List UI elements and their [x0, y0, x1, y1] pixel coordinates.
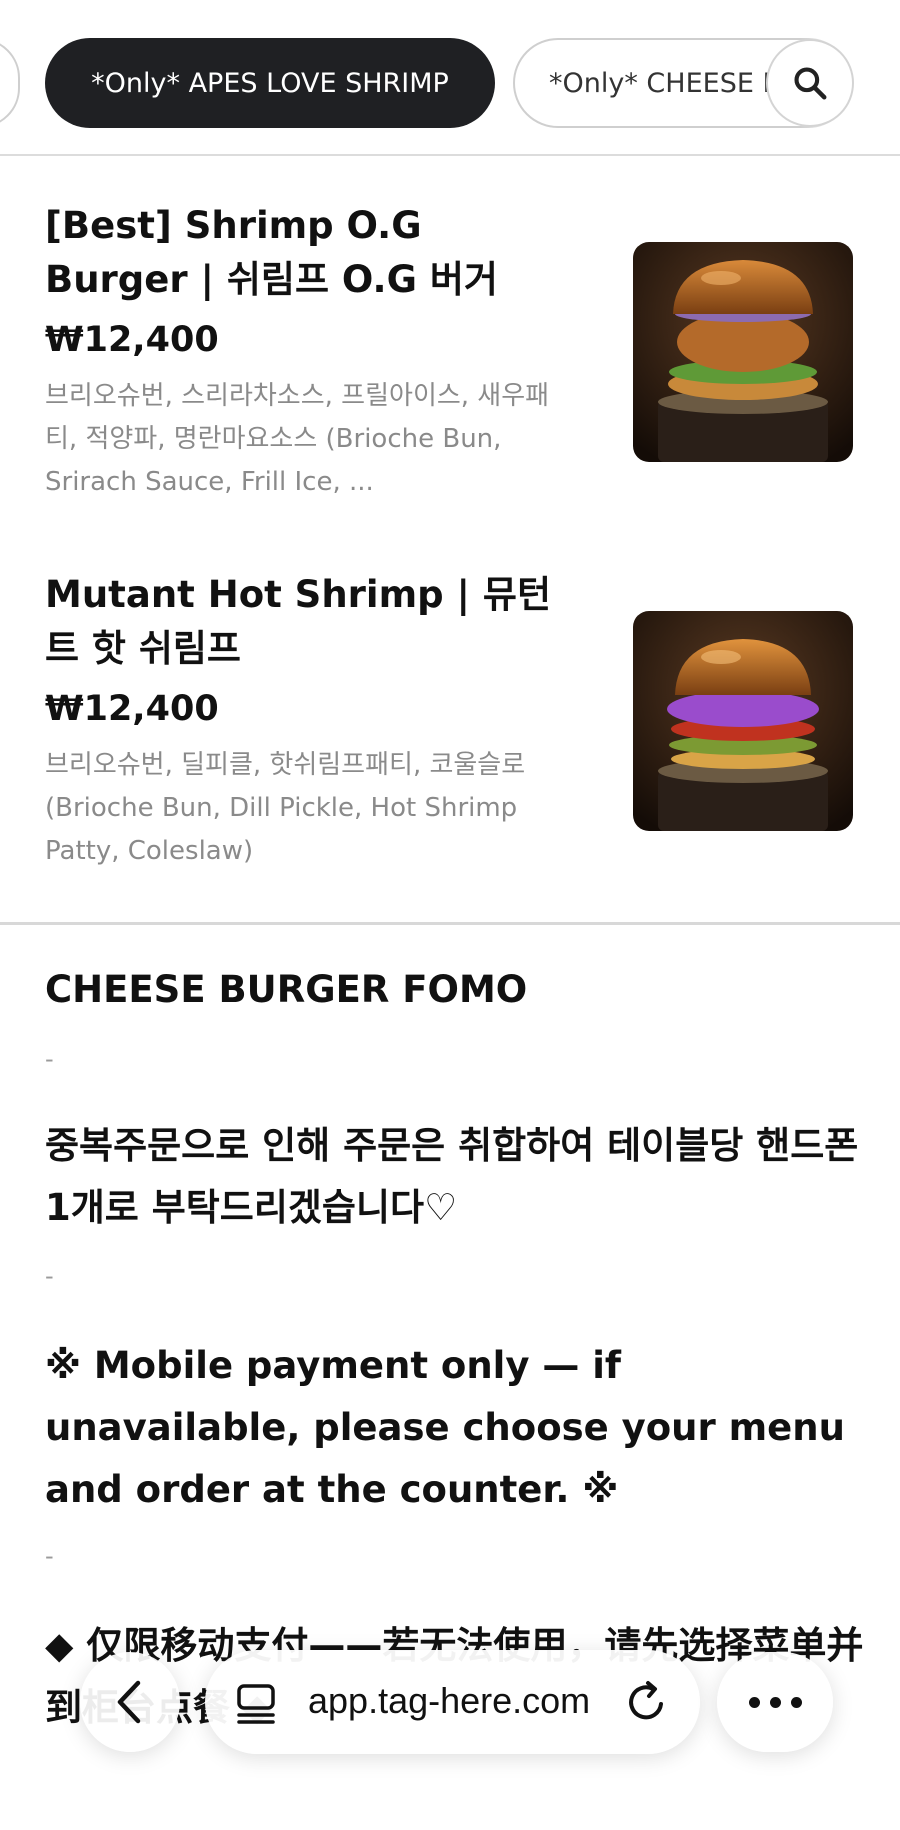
separator-dash: - [45, 1542, 54, 1570]
category-chip-previous[interactable] [0, 38, 20, 128]
section-title: CHEESE BURGER FOMO [45, 968, 528, 1011]
separator-dash: - [45, 1045, 54, 1073]
url-text: app.tag-here.com [308, 1680, 591, 1721]
notice-english: ※ Mobile payment only — if unavailable, … [45, 1344, 845, 1511]
more-dots-icon [790, 1696, 802, 1708]
browser-back-button[interactable] [80, 1652, 180, 1752]
menu-item-price: ₩12,400 [45, 689, 219, 729]
more-dots-icon [748, 1696, 760, 1708]
menu-item-name: Mutant Hot Shrimp | 뮤턴트 핫 쉬림프 [45, 573, 551, 670]
reload-icon[interactable] [623, 1678, 671, 1726]
search-icon [794, 67, 827, 100]
category-chip-apes-love-shrimp[interactable]: *Only* APES LOVE SHRIMP [45, 38, 495, 128]
category-chip-bar: *Only* APES LOVE SHRIMP *Only* CHEESE BU… [0, 0, 900, 156]
menu-item-description: 브리오슈번, 스리라차소스, 프릴아이스, 새우패티, 적양파, 명란마요소스 … [45, 381, 550, 497]
back-chevron-icon [117, 1680, 141, 1724]
tabs-icon [237, 1684, 275, 1724]
category-chip-label: *Only* APES LOVE SHRIMP [91, 67, 449, 99]
more-dots-icon [769, 1696, 781, 1708]
separator-dash: - [45, 1262, 54, 1290]
more-options-button[interactable] [717, 1652, 833, 1752]
menu-item-price: ₩12,400 [45, 320, 219, 360]
section-divider [0, 922, 900, 925]
menu-item-photo [633, 611, 853, 831]
search-button[interactable] [766, 39, 854, 127]
menu-item-description: 브리오슈번, 딜피클, 핫쉬림프패티, 코울슬로 (Brioche Bun, D… [45, 750, 526, 866]
menu-item-name: [Best] Shrimp O.G Burger | 쉬림프 O.G 버거 [45, 204, 498, 301]
notice-korean: 중복주문으로 인해 주문은 취합하여 테이블당 핸드폰 1개로 부탁드리겠습니다… [45, 1124, 859, 1229]
browser-address-bar[interactable]: app.tag-here.com [205, 1650, 700, 1754]
menu-item-photo [633, 242, 853, 462]
